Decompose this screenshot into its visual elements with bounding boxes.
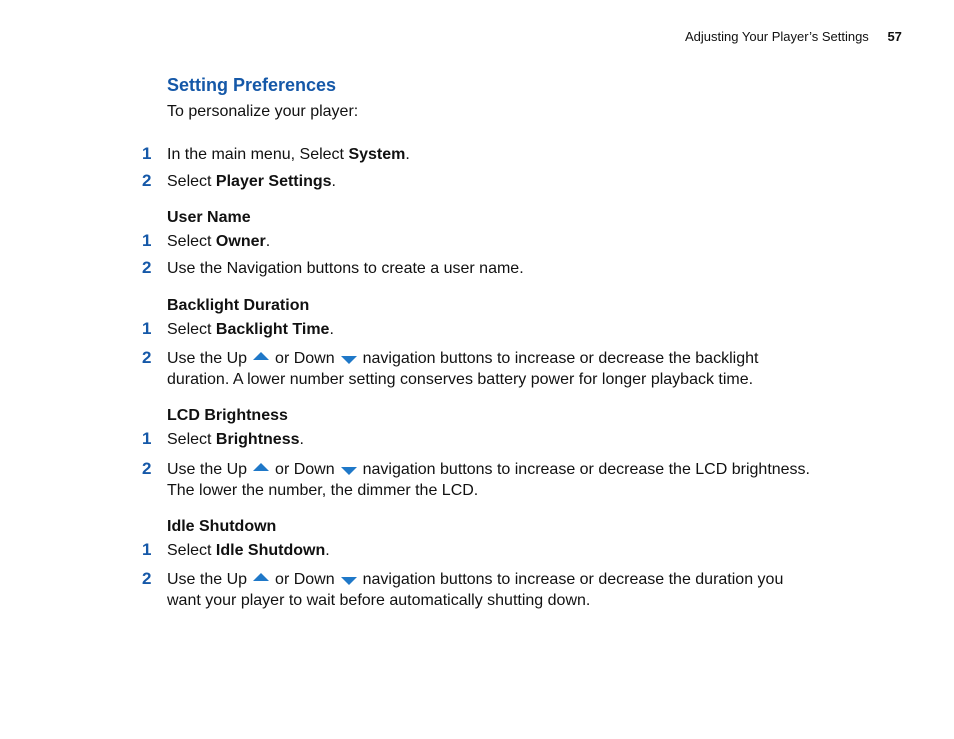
step-text: Use the Up or Down navigation buttons to i…: [167, 461, 810, 499]
step-number: 1: [142, 319, 152, 338]
page-number: 57: [887, 29, 902, 44]
step-number: 2: [142, 569, 152, 588]
running-header: Adjusting Your Player’s Settings 57: [685, 29, 902, 44]
step-number: 2: [142, 258, 152, 277]
step-number: 2: [142, 459, 152, 478]
down-arrow-icon: [340, 576, 357, 585]
step-text: Use the Navigation buttons to create a u…: [167, 260, 524, 277]
chapter-title: Adjusting Your Player’s Settings: [685, 29, 869, 44]
intro-text: To personalize your player:: [167, 103, 359, 120]
down-arrow-icon: [340, 466, 357, 475]
step-text: Use the Up or Down navigation buttons to i…: [167, 350, 759, 388]
step-text: Use the Up or Down navigation buttons to i…: [167, 571, 784, 609]
step-text: Select Idle Shutdown.: [167, 542, 330, 559]
up-arrow-icon: [253, 351, 270, 360]
step-text: In the main menu, Select System.: [167, 146, 410, 163]
step-number: 1: [142, 429, 152, 448]
up-arrow-icon: [253, 572, 270, 581]
section-title: Setting Preferences: [167, 75, 337, 95]
step-text: Select Player Settings.: [167, 173, 336, 190]
down-arrow-icon: [340, 355, 357, 364]
subheading-lcd-brightness: LCD Brightness: [167, 407, 288, 424]
step-number: 2: [142, 171, 152, 190]
up-arrow-icon: [253, 462, 270, 471]
subheading-idle-shutdown: Idle Shutdown: [167, 518, 277, 535]
step-number: 1: [142, 231, 152, 250]
step-text: Select Backlight Time.: [167, 321, 334, 338]
subheading-backlight-duration: Backlight Duration: [167, 297, 310, 314]
step-text: Select Owner.: [167, 233, 271, 250]
step-number: 1: [142, 144, 152, 163]
step-number: 1: [142, 540, 152, 559]
step-text: Select Brightness.: [167, 431, 304, 448]
step-number: 2: [142, 348, 152, 367]
subheading-user-name: User Name: [167, 209, 251, 226]
